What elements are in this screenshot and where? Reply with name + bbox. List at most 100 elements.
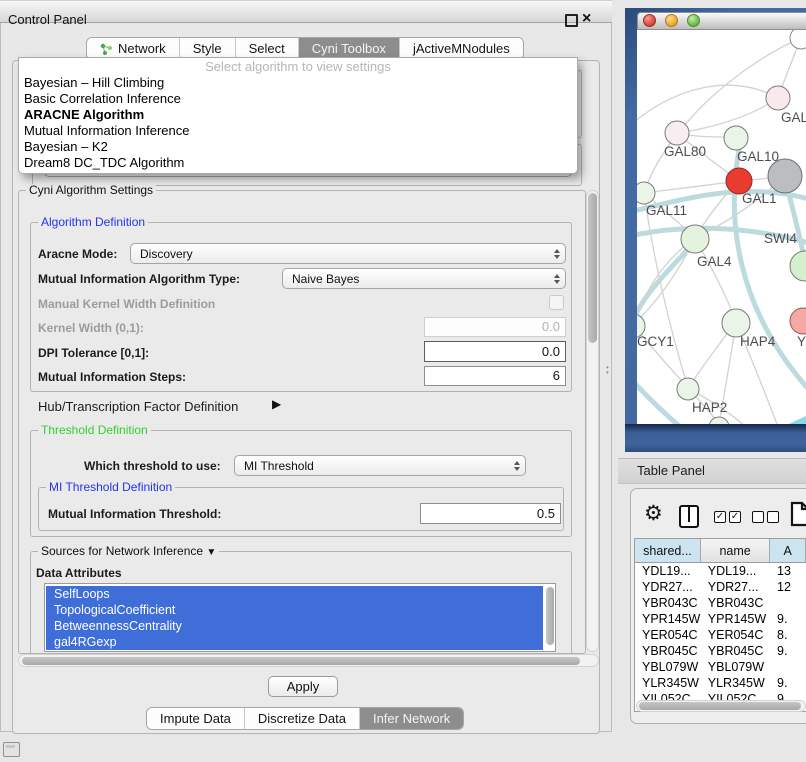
popup-item-bayesian-k2[interactable]: Bayesian – K2: [19, 139, 577, 155]
algorithm-definition-title: Algorithm Definition: [38, 216, 148, 228]
combo-arrows-icon: [554, 249, 560, 259]
network-cyan-edge: [737, 416, 806, 424]
close-panel-icon[interactable]: ×: [582, 9, 591, 29]
node-gal80[interactable]: [665, 121, 689, 145]
minimized-panel-icon[interactable]: [3, 742, 20, 757]
expander-arrow-icon[interactable]: ▶: [272, 397, 281, 411]
kernel-width-field[interactable]: 0.0: [424, 317, 566, 337]
mi-steps-label: Mutual Information Steps:: [38, 370, 186, 384]
mi-threshold-field[interactable]: 0.5: [420, 503, 561, 524]
node-label: GAL11: [646, 203, 687, 218]
kernel-width-label: Kernel Width (0,1):: [38, 321, 144, 335]
list-item-betweennesscentrality[interactable]: BetweennessCentrality: [46, 618, 543, 634]
table-row[interactable]: YLR345WYLR345W9.: [635, 675, 806, 691]
popup-placeholder: Select algorithm to view settings: [19, 58, 577, 75]
apply-button[interactable]: Apply: [268, 676, 338, 697]
node-label: GAL10: [737, 149, 779, 164]
tab-cyni-toolbox[interactable]: Cyni Toolbox: [298, 38, 399, 59]
gear-icon[interactable]: ⚙: [644, 503, 663, 524]
node-gal-cut[interactable]: [766, 86, 790, 110]
tab-style[interactable]: Style: [179, 38, 235, 59]
tab-jactivemnodules[interactable]: jActiveMNodules: [399, 38, 523, 59]
close-traffic-light-icon[interactable]: [643, 14, 656, 27]
list-scrollbar-thumb[interactable]: [546, 587, 554, 645]
network-view-frame-bottom: [625, 424, 806, 452]
column-header-shared-name[interactable]: shared...: [635, 539, 701, 562]
node-gal10[interactable]: [724, 126, 748, 150]
popup-item-basic-correlation[interactable]: Basic Correlation Inference: [19, 91, 577, 107]
settings-horizontal-scrollbar-thumb[interactable]: [22, 657, 580, 665]
node-unlabeled[interactable]: [790, 30, 806, 49]
tab-infer-network[interactable]: Infer Network: [359, 708, 463, 729]
aracne-mode-combo[interactable]: Discovery: [130, 243, 566, 264]
manual-kernel-width-checkbox[interactable]: [549, 295, 564, 310]
mi-threshold-group-title: MI Threshold Definition: [46, 481, 175, 493]
table-row[interactable]: YER054CYER054C8.: [635, 627, 806, 643]
node-gal11[interactable]: [637, 182, 655, 204]
node-y-cut[interactable]: [790, 308, 806, 334]
checked-checkbox-icon[interactable]: ✓: [714, 511, 726, 523]
node-swi4[interactable]: [790, 251, 806, 281]
minimize-traffic-light-icon[interactable]: [665, 14, 678, 27]
node-gal4[interactable]: [681, 225, 709, 253]
aracne-mode-label: Aracne Mode:: [38, 247, 117, 261]
list-item-gal4rgexp[interactable]: gal4RGexp: [46, 634, 543, 650]
unchecked-checkbox-icon[interactable]: [752, 511, 764, 523]
popup-item-aracne[interactable]: ARACNE Algorithm: [19, 107, 577, 123]
node-label: GAL80: [664, 144, 706, 159]
mi-steps-field[interactable]: 6: [424, 366, 566, 386]
node-table[interactable]: shared... name A YDL19...YDL19...13 YDR2…: [634, 538, 806, 712]
hub-definition-expander-label[interactable]: Hub/Transcription Factor Definition: [38, 399, 238, 414]
node-bottom-cut[interactable]: [709, 417, 729, 424]
node-gray[interactable]: [768, 159, 802, 193]
float-window-icon[interactable]: [565, 14, 578, 27]
control-panel-title: Control Panel: [8, 12, 87, 28]
zoom-traffic-light-icon[interactable]: [687, 14, 700, 27]
table-row[interactable]: YDR27...YDR27...12: [635, 579, 806, 595]
unchecked-checkbox-icon[interactable]: [767, 511, 779, 523]
dpi-tolerance-field[interactable]: 0.0: [424, 341, 566, 362]
network-canvas[interactable]: GAL GAL80 GAL10 GAL1 GAL11 GAL4 SWI4 GCY…: [637, 30, 806, 424]
table-row[interactable]: YPR145WYPR145W9.: [635, 611, 806, 627]
column-header-name[interactable]: name: [701, 539, 770, 562]
list-item-selfloops[interactable]: SelfLoops: [46, 586, 543, 602]
bottom-tabbar: Impute Data Discretize Data Infer Networ…: [146, 707, 464, 730]
tab-select[interactable]: Select: [235, 38, 298, 59]
checked-checkbox-icon[interactable]: ✓: [729, 511, 741, 523]
table-panel-title: Table Panel: [637, 463, 705, 478]
table-row[interactable]: YBR045CYBR045C9.: [635, 643, 806, 659]
popup-item-dream8[interactable]: Dream8 DC_TDC Algorithm: [19, 155, 577, 171]
tab-discretize-data[interactable]: Discretize Data: [244, 708, 359, 729]
columns-icon[interactable]: [679, 505, 699, 528]
mi-algorithm-type-combo[interactable]: Naive Bayes: [282, 268, 566, 289]
combo-arrows-icon: [514, 461, 520, 471]
node-label: GAL: [781, 110, 806, 125]
control-panel-titlebar: [0, 0, 612, 23]
data-attributes-label: Data Attributes: [36, 566, 122, 580]
panel-splitter-handle[interactable]: ••: [606, 365, 611, 375]
table-horizontal-scrollbar-thumb[interactable]: [639, 702, 801, 710]
which-threshold-combo[interactable]: MI Threshold: [234, 455, 526, 476]
tab-network-label: Network: [118, 41, 166, 56]
dpi-tolerance-label: DPI Tolerance [0,1]:: [38, 346, 149, 360]
node-hap4[interactable]: [722, 309, 750, 337]
sources-group-title[interactable]: Sources for Network Inference ▼: [38, 545, 219, 559]
list-item-topologicalcoefficient[interactable]: TopologicalCoefficient: [46, 602, 543, 618]
network-view-titlebar[interactable]: [637, 12, 806, 30]
table-row[interactable]: YBR043CYBR043C: [635, 595, 806, 611]
data-attributes-list[interactable]: SelfLoops TopologicalCoefficient Between…: [44, 583, 556, 652]
popup-item-bayesian-hill-climbing[interactable]: Bayesian – Hill Climbing: [19, 75, 577, 91]
combo-arrows-icon: [554, 274, 560, 284]
column-header-cut[interactable]: A: [770, 539, 806, 562]
node-hap2[interactable]: [677, 378, 699, 400]
document-icon[interactable]: [790, 501, 806, 527]
popup-item-mutual-information[interactable]: Mutual Information Inference: [19, 123, 577, 139]
node-label: GCY1: [637, 334, 674, 349]
settings-vertical-scrollbar-thumb[interactable]: [588, 193, 597, 343]
tab-impute-data[interactable]: Impute Data: [147, 708, 244, 729]
table-row[interactable]: YBL079WYBL079W: [635, 659, 806, 675]
collapse-arrow-icon[interactable]: ▼: [206, 547, 216, 558]
node-label: HAP4: [740, 334, 776, 349]
tab-network[interactable]: Network: [87, 38, 179, 59]
table-row[interactable]: YDL19...YDL19...13: [635, 563, 806, 579]
